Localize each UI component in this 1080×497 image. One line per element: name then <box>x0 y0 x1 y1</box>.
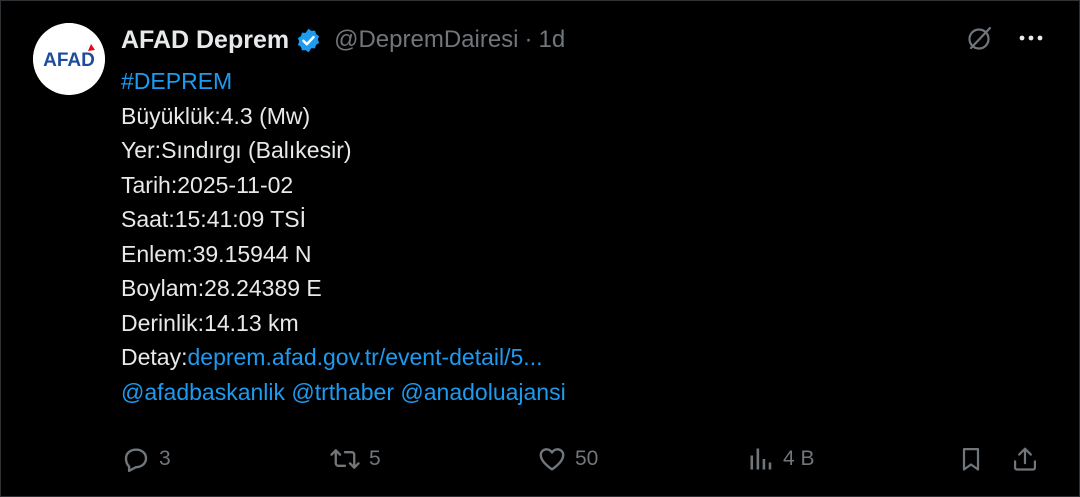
top-icons <box>965 23 1045 53</box>
avatar[interactable]: AFAD <box>33 23 105 95</box>
depth-label: Derinlik: <box>121 309 205 336</box>
location-label: Yer: <box>121 137 162 163</box>
share-icon <box>1013 447 1037 471</box>
longitude-label: Boylam: <box>121 275 205 301</box>
grok-icon[interactable] <box>965 23 995 53</box>
mention-link-anadoluajansi[interactable]: @anadoluajansi <box>400 379 565 405</box>
location-value: Sındırgı (Balıkesir) <box>161 137 352 163</box>
bookmark-icon <box>962 447 980 471</box>
views-icon <box>750 448 772 470</box>
verified-badge-icon[interactable] <box>295 27 322 54</box>
share-button[interactable] <box>1011 439 1039 479</box>
tweet-text: #DEPREM Büyüklük:4.3 (Mw) Yer:Sındırgı (… <box>121 64 566 409</box>
depth-value: 14.13 km <box>204 309 299 336</box>
repost-count: 5 <box>369 447 381 470</box>
repost-icon <box>330 449 360 469</box>
separator-dot: · <box>524 26 533 53</box>
time-label: Saat: <box>121 206 175 232</box>
views-count: 4 B <box>783 447 815 470</box>
hashtag-line: #DEPREM <box>121 64 566 99</box>
mentions-line: @afadbaskanlik @trthaber @anadoluajansi <box>121 375 566 410</box>
detail-line: Detay:deprem.afad.gov.tr/event-detail/5.… <box>121 340 566 375</box>
mention-link-afadbaskanlik[interactable]: @afadbaskanlik <box>121 379 285 405</box>
depth-line: Derinlik:14.13 km <box>121 306 566 341</box>
svg-text:AFAD: AFAD <box>43 50 95 71</box>
bookmark-button[interactable] <box>957 439 985 479</box>
reply-button[interactable]: 3 <box>121 439 171 479</box>
latitude-value: 39.15944 N <box>192 240 312 267</box>
date-line: Tarih:2025-11-02 <box>121 168 566 203</box>
post-time[interactable]: 1d <box>539 26 566 54</box>
magnitude-line: Büyüklük:4.3 (Mw) <box>121 99 566 134</box>
date-value: 2025-11-02 <box>177 171 294 198</box>
magnitude-label: Büyüklük: <box>121 102 221 129</box>
reply-icon <box>124 448 148 473</box>
longitude-line: Boylam:28.24389 E <box>121 271 566 306</box>
action-bar: 3 5 50 4 B <box>121 439 1041 479</box>
location-line: Yer:Sındırgı (Balıkesir) <box>121 133 566 168</box>
tweet-card[interactable]: AFAD AFAD Deprem @DepremDairesi · 1d #DE… <box>0 0 1080 497</box>
hashtag-link[interactable]: #DEPREM <box>121 68 232 94</box>
views-button[interactable]: 4 B <box>747 439 815 479</box>
detail-link[interactable]: deprem.afad.gov.tr/event-detail/5... <box>187 344 542 370</box>
repost-button[interactable]: 5 <box>329 439 381 479</box>
tweet-header: AFAD Deprem @DepremDairesi · 1d <box>121 25 565 55</box>
reply-count: 3 <box>159 447 171 470</box>
author-handle[interactable]: @DepremDairesi <box>334 26 518 54</box>
author-name[interactable]: AFAD Deprem <box>121 26 289 55</box>
like-button[interactable]: 50 <box>537 439 598 479</box>
afad-logo-icon: AFAD <box>33 23 105 95</box>
detail-label: Detay: <box>121 344 188 370</box>
mention-link-trthaber[interactable]: @trthaber <box>291 379 394 405</box>
date-label: Tarih: <box>121 171 178 198</box>
magnitude-value: 4.3 (Mw) <box>220 102 311 129</box>
latitude-line: Enlem:39.15944 N <box>121 237 566 272</box>
time-value: 15:41:09 TSİ <box>174 206 307 232</box>
like-count: 50 <box>575 447 599 470</box>
latitude-label: Enlem: <box>121 240 193 267</box>
time-line: Saat:15:41:09 TSİ <box>121 202 566 237</box>
longitude-value: 28.24389 E <box>204 275 322 301</box>
more-icon[interactable] <box>1017 24 1045 52</box>
like-icon <box>539 448 565 471</box>
